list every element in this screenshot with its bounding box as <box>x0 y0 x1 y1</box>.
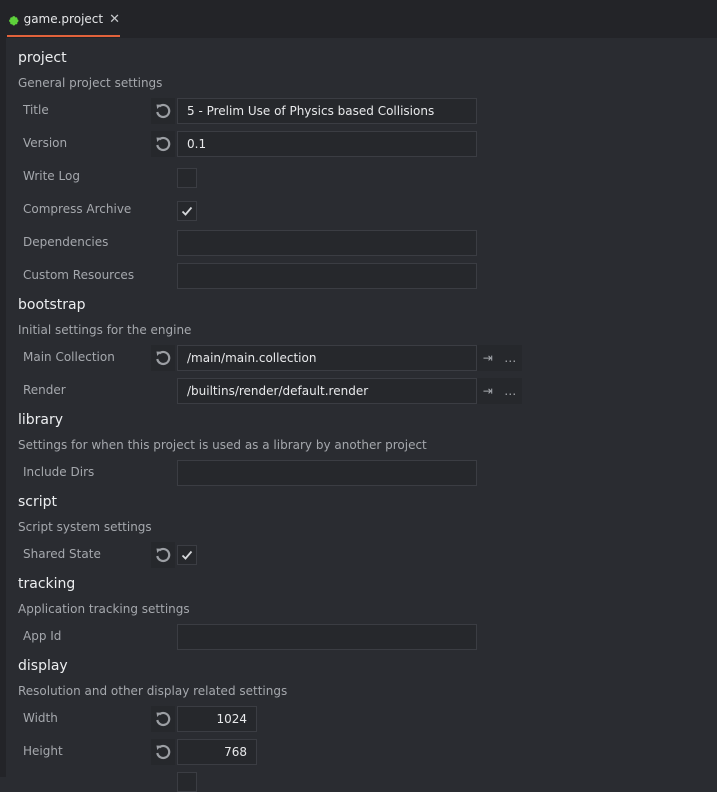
version-input[interactable] <box>177 131 477 157</box>
label-custom-resources: Custom Resources <box>23 268 135 282</box>
display-next-checkbox[interactable] <box>177 772 197 792</box>
reset-height-button[interactable] <box>151 739 175 765</box>
main-collection-input[interactable] <box>177 345 477 371</box>
checkmark-icon <box>181 206 193 216</box>
label-height: Height <box>23 744 63 758</box>
height-input[interactable] <box>177 739 257 765</box>
reset-icon <box>156 744 171 760</box>
reset-icon <box>156 350 171 366</box>
close-icon[interactable]: ✕ <box>109 12 120 27</box>
reset-title-button[interactable] <box>151 98 175 124</box>
reset-version-button[interactable] <box>151 131 175 157</box>
section-desc-tracking: Application tracking settings <box>18 602 190 616</box>
section-desc-library: Settings for when this project is used a… <box>18 438 427 452</box>
render-actions: ⇥ … <box>477 378 522 404</box>
label-render: Render <box>23 383 66 397</box>
section-title-script: script <box>18 494 58 510</box>
section-desc-bootstrap: Initial settings for the engine <box>18 323 192 337</box>
section-title-tracking: tracking <box>18 576 76 592</box>
goto-resource-icon[interactable]: ⇥ <box>483 351 493 365</box>
label-title: Title <box>23 103 49 117</box>
title-input[interactable] <box>177 98 477 124</box>
dependencies-input[interactable] <box>177 230 477 256</box>
label-include-dirs: Include Dirs <box>23 465 95 479</box>
write-log-checkbox[interactable] <box>177 168 197 188</box>
defold-gear-icon <box>9 11 19 27</box>
browse-resource-button[interactable]: … <box>504 351 516 365</box>
active-tab-indicator <box>7 35 120 37</box>
shared-state-checkbox[interactable] <box>177 545 197 565</box>
section-title-display: display <box>18 658 68 674</box>
app-id-input[interactable] <box>177 624 477 650</box>
reset-icon <box>156 103 171 119</box>
label-write-log: Write Log <box>23 169 80 183</box>
label-dependencies: Dependencies <box>23 235 109 249</box>
tab-bar: game.project ✕ <box>0 0 717 38</box>
custom-resources-input[interactable] <box>177 263 477 289</box>
include-dirs-input[interactable] <box>177 460 477 486</box>
reset-main-collection-button[interactable] <box>151 345 175 371</box>
label-main-collection: Main Collection <box>23 350 115 364</box>
label-version: Version <box>23 136 68 150</box>
reset-icon <box>156 711 171 727</box>
section-title-project: project <box>18 50 67 66</box>
reset-icon <box>156 547 171 563</box>
render-input[interactable] <box>177 378 477 404</box>
reset-icon <box>156 136 171 152</box>
compress-archive-checkbox[interactable] <box>177 201 197 221</box>
main-collection-actions: ⇥ … <box>477 345 522 371</box>
label-shared-state: Shared State <box>23 547 101 561</box>
label-compress-archive: Compress Archive <box>23 202 132 216</box>
label-app-id: App Id <box>23 629 62 643</box>
section-desc-project: General project settings <box>18 76 163 90</box>
browse-resource-button[interactable]: … <box>504 384 516 398</box>
section-title-library: library <box>18 412 64 428</box>
section-desc-display: Resolution and other display related set… <box>18 684 288 698</box>
checkmark-icon <box>181 550 193 560</box>
reset-width-button[interactable] <box>151 706 175 732</box>
tab-label: game.project <box>23 12 104 26</box>
tab-game-project[interactable]: game.project ✕ <box>6 0 120 38</box>
label-width: Width <box>23 711 58 725</box>
section-title-bootstrap: bootstrap <box>18 297 86 313</box>
section-desc-script: Script system settings <box>18 520 152 534</box>
goto-resource-icon[interactable]: ⇥ <box>483 384 493 398</box>
width-input[interactable] <box>177 706 257 732</box>
reset-shared-state-button[interactable] <box>151 542 175 568</box>
